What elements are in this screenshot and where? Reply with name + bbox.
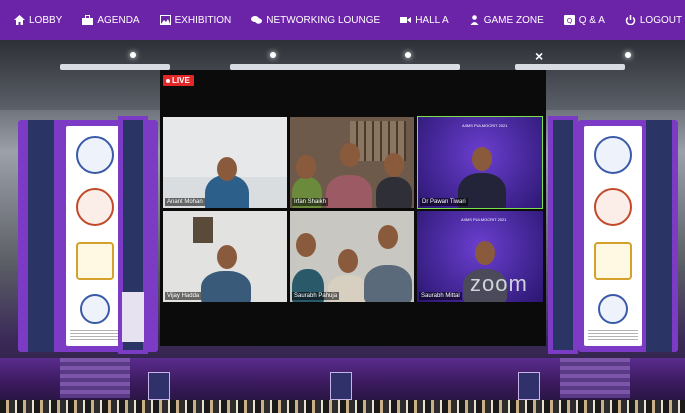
live-stream-video[interactable]: Anant Mohan Irfan Shaikh AIIMS PULMOCRIT… (160, 70, 546, 346)
ceiling-spotlight (405, 52, 411, 58)
floor-screen (148, 372, 170, 400)
anniversary-logo-icon (594, 242, 632, 280)
ceiling-spotlight (130, 52, 136, 58)
person-icon (469, 15, 480, 25)
video-tile-dr-pawan-tiwari: AIIMS PULMOCRIT 2021 Dr Pawan Tiwari (417, 116, 543, 209)
lungs-logo-icon (76, 188, 114, 226)
nav-exhibition[interactable]: EXHIBITION (159, 14, 232, 26)
video-tile-saurabh-pahuja: Saurabh Pahuja (290, 211, 414, 302)
qa-icon: Q (563, 15, 575, 25)
zoom-brand-logo: zoom (470, 271, 528, 296)
lungs-logo-icon (594, 188, 632, 226)
ceiling-spotlight (270, 52, 276, 58)
nav-logout-label: LOGOUT (639, 14, 683, 26)
floor-screen (330, 372, 352, 400)
banner-dark-strip (28, 120, 54, 352)
foundation-logo-icon (598, 294, 628, 324)
live-badge: LIVE (163, 75, 194, 86)
video-tile-irfan-shaikh: Irfan Shaikh (290, 117, 414, 208)
floor-screen (518, 372, 540, 400)
live-label: LIVE (172, 76, 190, 85)
video-tile-vijay-hadda: Vijay Hadda (163, 211, 287, 302)
participant-name: Dr Pawan Tiwari (420, 198, 468, 206)
participant-name: Saurabh Pahuja (292, 292, 340, 300)
nav-hall-a-label: HALL A (415, 14, 449, 26)
nav-networking-lounge-label: NETWORKING LOUNGE (266, 14, 381, 26)
ceiling-spotlight (625, 52, 631, 58)
nav-lobby[interactable]: LOBBY (14, 15, 62, 26)
participant-name: Saurabh Mittal (419, 292, 462, 300)
foundation-logo-icon (80, 294, 110, 324)
nav-hall-a[interactable]: HALL A (400, 15, 449, 26)
video-tile-anant-mohan: Anant Mohan (163, 117, 287, 208)
meeting-banner-text: AIIMS PULMOCRIT 2021 (462, 123, 508, 128)
nav-logout[interactable]: LOGOUT (625, 15, 682, 26)
logo-caption (70, 330, 120, 340)
banner-logos (584, 126, 642, 346)
briefcase-icon (82, 15, 94, 25)
participant-name: Anant Mohan (165, 198, 205, 206)
nav-game-zone-label: GAME ZONE (483, 14, 544, 26)
nav-exhibition-label: EXHIBITION (174, 14, 232, 26)
close-icon[interactable]: × (535, 48, 543, 64)
ceiling-light-bar (60, 64, 170, 70)
video-camera-icon (400, 15, 412, 25)
right-banner-panel (578, 120, 678, 352)
nav-game-zone[interactable]: GAME ZONE (469, 15, 544, 26)
nav-q-and-a[interactable]: Q Q & A (563, 14, 605, 26)
stage-stairs (60, 358, 130, 398)
nav-agenda-label: AGENDA (97, 14, 140, 26)
image-icon (159, 15, 171, 25)
live-dot-icon (166, 78, 170, 83)
top-navigation-bar: LOBBY AGENDA EXHIBITION NETWORKING LOUNG… (0, 0, 685, 40)
home-icon (14, 15, 25, 25)
banner-logos (66, 126, 124, 346)
nav-q-and-a-label: Q & A (578, 14, 605, 26)
aiims-logo-icon (594, 136, 632, 174)
podium (122, 292, 144, 342)
svg-text:Q: Q (566, 17, 572, 25)
stage-stairs (560, 358, 630, 398)
banner-dark-strip (646, 120, 672, 352)
anniversary-logo-icon (76, 242, 114, 280)
meeting-banner-text: AIIMS PULMOCRIT 2021 (461, 217, 507, 222)
right-pillar (548, 116, 578, 354)
audience-row (0, 400, 685, 413)
aiims-logo-icon (76, 136, 114, 174)
power-icon (625, 15, 636, 25)
participant-name: Irfan Shaikh (292, 198, 329, 206)
nav-networking-lounge[interactable]: NETWORKING LOUNGE (251, 15, 380, 26)
chat-icon (251, 15, 263, 25)
nav-lobby-label: LOBBY (29, 14, 63, 26)
participant-name: Vijay Hadda (165, 292, 202, 300)
nav-agenda[interactable]: AGENDA (82, 14, 140, 26)
logo-caption (588, 330, 638, 340)
